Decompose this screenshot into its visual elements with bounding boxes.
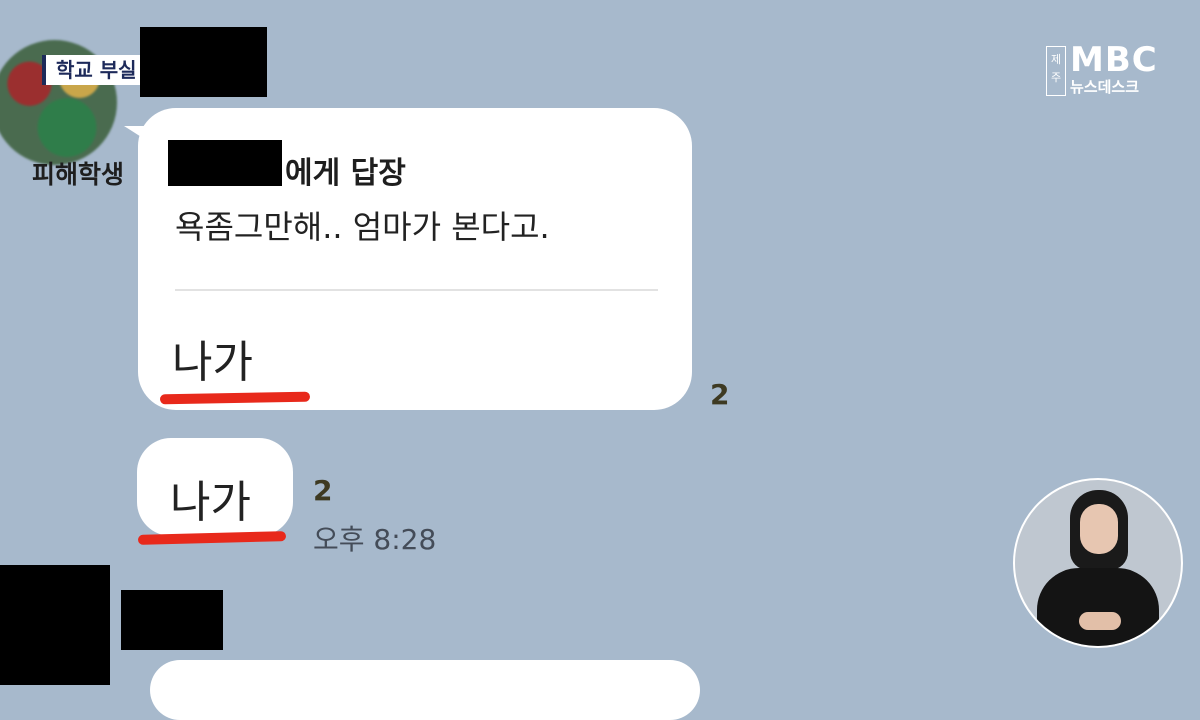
sign-language-interpreter bbox=[1013, 478, 1183, 648]
sender-name: 피해학생 bbox=[32, 160, 125, 189]
message-timestamp: 오후 8:28 bbox=[313, 523, 437, 556]
interpreter-body bbox=[1037, 568, 1159, 646]
logo-main-text: MBC bbox=[1070, 40, 1158, 80]
redacted-name bbox=[121, 590, 223, 650]
redaction-block bbox=[168, 140, 282, 186]
mbc-newsdesk-logo: 제주 MBC 뉴스데스크 bbox=[1046, 40, 1166, 98]
unread-count: 2 bbox=[313, 474, 333, 507]
redaction-block bbox=[140, 27, 267, 97]
region-label: 제주 bbox=[1046, 46, 1066, 96]
reply-header: 에게 답장 bbox=[285, 156, 406, 191]
bubble-divider bbox=[175, 289, 658, 291]
interpreter-hands bbox=[1079, 612, 1121, 630]
unread-count: 2 bbox=[710, 378, 730, 411]
redacted-avatar bbox=[0, 565, 110, 685]
quoted-message-text: 욕좀그만해.. 엄마가 본다고. bbox=[175, 208, 550, 246]
message-bubble[interactable] bbox=[150, 660, 700, 720]
logo-sub-text: 뉴스데스크 bbox=[1070, 78, 1140, 96]
message-text: 나가 bbox=[172, 337, 253, 388]
message-text: 나가 bbox=[170, 477, 251, 528]
interpreter-face bbox=[1080, 504, 1118, 554]
